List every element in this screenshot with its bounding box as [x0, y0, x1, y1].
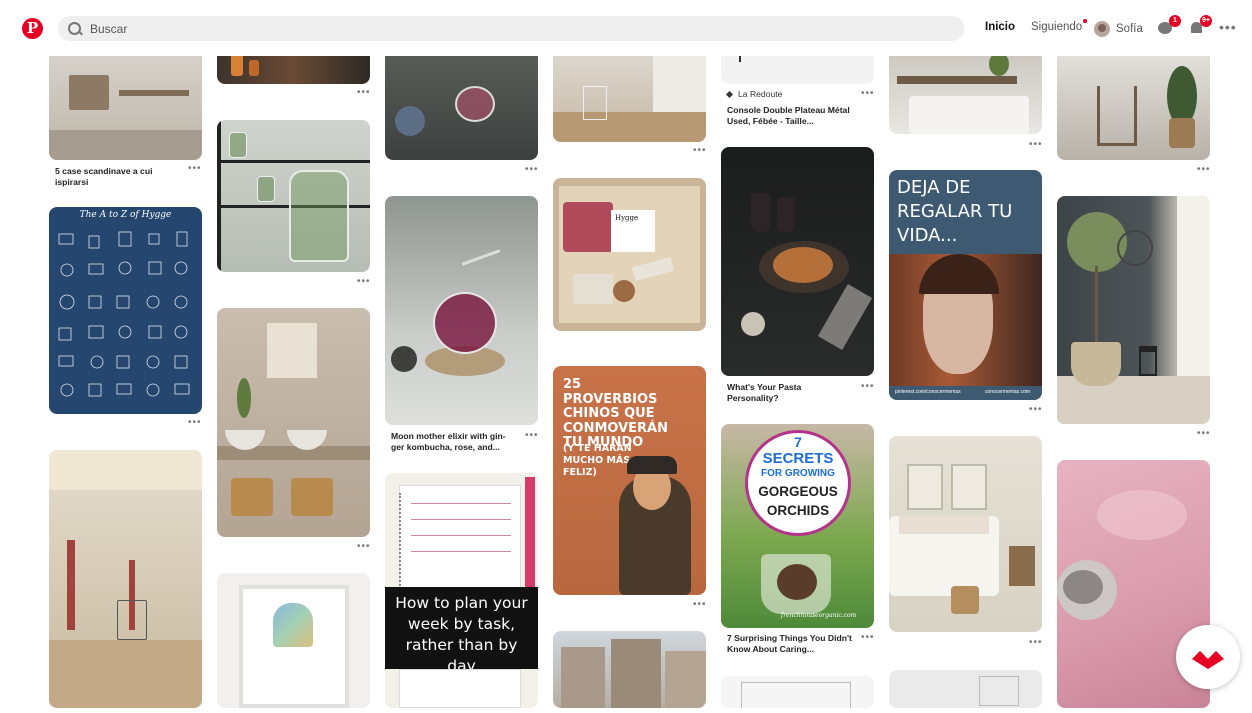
orchid-title-4: GORGEOUS: [758, 484, 838, 499]
orchid-watermark: frenchhouseorganic.com: [781, 612, 857, 619]
pin-rustic-hallway[interactable]: [1057, 46, 1210, 160]
pin-proverbios-chinos[interactable]: 25 PROVERBIOS CHINOS QUE CONMOVERÁN TU M…: [553, 366, 706, 595]
avatar: [1094, 21, 1110, 37]
pin-deja-de-regalar[interactable]: DEJA DE REGALAR TU VIDA... pinterest.com…: [889, 170, 1042, 400]
nav-siguiendo[interactable]: Siguiendo: [1031, 19, 1088, 33]
orchid-title-5: ORCHIDS: [766, 503, 830, 518]
planner-overlay-text: How to plan your week by task, rather th…: [395, 594, 528, 675]
pin-caption-line: Personality?: [727, 393, 779, 403]
pinterest-logo-icon[interactable]: P: [22, 18, 43, 39]
pin-options-icon[interactable]: •••: [188, 417, 202, 428]
orchid-title-1: 7: [794, 434, 802, 450]
pin-moon-elixir[interactable]: [385, 196, 538, 425]
pin-sketch-drawing[interactable]: [721, 676, 874, 708]
pin-options-icon[interactable]: •••: [693, 145, 707, 156]
pin-options-icon[interactable]: •••: [1029, 404, 1043, 415]
user-name: Sofía: [1116, 23, 1143, 35]
pin-options-icon[interactable]: •••: [525, 164, 539, 175]
pin-caption-line: What's Your Pasta: [727, 382, 802, 392]
proverbios-title: 25 PROVERBIOS CHINOS QUE CONMOVERÁN TU M…: [563, 377, 669, 450]
pin-options-icon[interactable]: •••: [357, 541, 371, 552]
new-content-dot: [1083, 19, 1088, 23]
top-navigation-bar: P Inicio Siguiendo Sofía 1 9+ •••: [0, 0, 1252, 56]
source-tag-icon: [725, 90, 734, 98]
pin-options-icon[interactable]: •••: [861, 88, 875, 99]
hygge-box-card: Hygge: [611, 210, 655, 252]
pin-caption[interactable]: What's Your Pasta Personality?: [727, 382, 801, 404]
pin-options-icon[interactable]: •••: [188, 163, 202, 174]
pin-r2d2-print[interactable]: [217, 573, 370, 708]
pin-terrarium-shelf[interactable]: [217, 120, 370, 272]
pin-caption-line: 5 case scandinave a cui: [55, 166, 153, 176]
pin-white-kitchen[interactable]: [553, 46, 706, 142]
pin-caption-line: ispirarsi: [55, 177, 89, 187]
deja-footer-right: conocermemas.com: [985, 389, 1031, 395]
pin-caption-line: Used, Fébée - Taille...: [727, 116, 814, 126]
pin-options-icon[interactable]: •••: [1029, 637, 1043, 648]
pin-caption[interactable]: Moon mother elixir with gin- ger kombuch…: [391, 431, 506, 453]
nav-siguiendo-label: Siguiendo: [1031, 21, 1083, 33]
search-bar[interactable]: [58, 16, 964, 41]
orchid-title-2: SECRETS: [762, 450, 834, 467]
deja-footer-left: pinterest.com/conocermemas: [895, 389, 961, 395]
pin-tea-pouring[interactable]: [385, 46, 538, 160]
pin-weekly-planner[interactable]: How to plan your week by task, rather th…: [385, 473, 538, 708]
pin-bathroom-sinks[interactable]: [217, 308, 370, 537]
pin-options-icon[interactable]: •••: [861, 632, 875, 643]
brand-logo-icon: [1192, 651, 1224, 669]
pin-white-sink[interactable]: [889, 46, 1042, 134]
pin-options-icon[interactable]: •••: [861, 381, 875, 392]
pin-options-icon[interactable]: •••: [1029, 139, 1043, 150]
pin-options-icon[interactable]: •••: [525, 430, 539, 441]
hygge-title: The A to Z of Hygge: [79, 210, 172, 220]
messages-badge: 1: [1169, 15, 1181, 27]
pin-london-street[interactable]: [553, 631, 706, 708]
more-options-icon[interactable]: •••: [1219, 20, 1239, 40]
pin-caption[interactable]: 5 case scandinave a cui ispirarsi: [55, 166, 152, 188]
pin-hygge-box[interactable]: Hygge: [553, 178, 706, 331]
pin-options-icon[interactable]: •••: [357, 87, 371, 98]
profile-link[interactable]: Sofía: [1094, 21, 1143, 37]
pin-olive-tree-room[interactable]: [1057, 196, 1210, 424]
notifications-badge: 9+: [1200, 15, 1212, 27]
pin-caption[interactable]: 7 Surprising Things You Didn't Know Abou…: [727, 633, 852, 655]
pin-caption-line: 7 Surprising Things You Didn't: [727, 633, 852, 643]
pin-options-icon[interactable]: •••: [357, 276, 371, 287]
notifications-button[interactable]: 9+: [1188, 15, 1212, 38]
source-name: La Redoute: [738, 89, 783, 99]
hygge-box-label: Hygge: [615, 214, 639, 222]
pin-caption-line: Know About Caring...: [727, 644, 815, 654]
messages-button[interactable]: 1: [1157, 15, 1181, 38]
pin-scandinavian-interior[interactable]: [49, 50, 202, 160]
pin-hygge-alphabet[interactable]: The A to Z of Hygge: [49, 207, 202, 414]
pin-caption-line: Console Double Plateau Métal: [727, 105, 850, 115]
pin-options-icon[interactable]: •••: [693, 599, 707, 610]
nav-inicio[interactable]: Inicio: [985, 21, 1015, 33]
pin-caption-line: Moon mother elixir with gin-: [391, 431, 506, 441]
orchid-title-3: FOR GROWING: [761, 468, 835, 479]
pin-options-icon[interactable]: •••: [1197, 164, 1211, 175]
pin-caption-line: ger kombucha, rose, and...: [391, 442, 500, 452]
pin-farmhouse-bedroom[interactable]: [889, 436, 1042, 632]
pin-white-house-terrace[interactable]: [49, 450, 202, 708]
pin-orchids[interactable]: 7 SECRETS FOR GROWING GORGEOUS ORCHIDS f…: [721, 424, 874, 628]
search-icon: [68, 21, 82, 36]
pin-source[interactable]: La Redoute: [725, 89, 783, 99]
pin-caption[interactable]: Console Double Plateau Métal Used, Fébée…: [727, 105, 850, 127]
fab-button[interactable]: [1176, 625, 1240, 689]
pin-white-interior[interactable]: [889, 670, 1042, 708]
pin-options-icon[interactable]: •••: [1197, 428, 1211, 439]
hygge-letter-grid: [58, 231, 190, 397]
deja-title: DEJA DE REGALAR TU VIDA...: [897, 177, 1013, 246]
search-input[interactable]: [90, 21, 940, 36]
pin-pasta-dish[interactable]: [721, 147, 874, 376]
